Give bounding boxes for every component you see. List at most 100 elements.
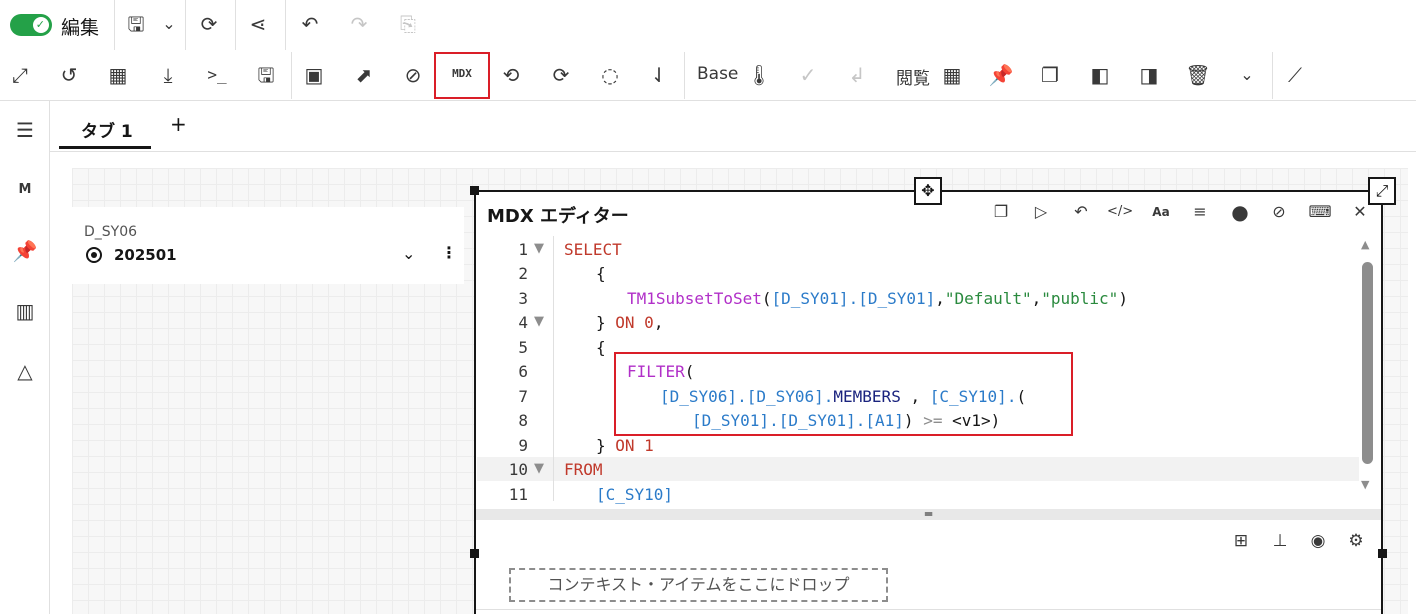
delete-icon[interactable]: 🗑 [1184,63,1212,87]
redo-icon[interactable]: ↷ [345,12,373,36]
line-number: 7 [518,387,528,406]
copy-window-icon[interactable]: ❐ [988,200,1014,224]
mdx-button-label: MDX [452,67,472,80]
code-line[interactable]: } ON 0, [596,313,663,332]
pane-splitter[interactable]: ═ [476,508,1381,520]
code-line[interactable]: } ON 1 [596,436,654,455]
disconnect-icon[interactable]: ⊘ [1266,200,1292,224]
properties-icon[interactable]: ▣ [300,63,328,87]
send-backward-icon[interactable]: ◨ [1135,63,1163,87]
code-icon[interactable]: </> [1107,200,1133,224]
copy-icon[interactable]: ❐ [1036,63,1064,87]
pin-icon[interactable]: 📌 [11,237,39,265]
save-icon[interactable]: 🖫 [122,12,150,36]
scroll-down-icon[interactable]: ▼ [1361,478,1369,491]
chevron-down-icon[interactable]: ⌄ [1233,63,1261,87]
chevron-down-icon[interactable]: ⌄ [402,244,415,263]
code-line[interactable]: { [596,264,606,283]
line-number: 1 [518,240,528,259]
keyboard-icon[interactable]: ⌨ [1307,200,1333,224]
revert-icon[interactable]: ↶ [1068,200,1094,224]
align-icon[interactable]: ⊥ [1268,529,1292,553]
edit-mode-toggle[interactable]: ✓ [10,14,52,36]
toolbar-divider [235,0,236,50]
resize-handle[interactable] [470,186,479,195]
font-case-icon[interactable]: Aa [1148,200,1174,224]
no-calc-icon[interactable]: ⊘ [399,63,427,87]
check-icon: ✓ [35,18,45,31]
selector-value[interactable]: 202501 [114,246,177,264]
filter-highlight-box [614,352,1073,436]
undo-icon[interactable]: ↶ [296,12,324,36]
expand-icon[interactable]: ⤢ [6,63,34,87]
resize-handle[interactable] [1378,549,1387,558]
toolbar-divider [285,0,286,50]
bar-chart-icon[interactable]: ▥ [11,297,39,325]
settings-icon[interactable]: ⚙ [1344,529,1368,553]
check-circle-icon[interactable]: ✓ [794,63,822,87]
refresh-settings-icon[interactable]: ⟳ [547,63,575,87]
fold-toggle-icon[interactable]: ▼ [534,314,544,329]
shapes-icon[interactable]: △ [11,357,39,385]
code-line[interactable]: SELECT [564,240,622,259]
table-icon[interactable]: ▦ [938,63,966,87]
mdx-light-icon[interactable]: M [11,176,39,204]
context-drop-zone[interactable]: コンテキスト・アイテムをここにドロップ [509,568,888,602]
fold-toggle-icon[interactable]: ▼ [534,241,544,256]
focus-icon[interactable]: ◌ [596,63,624,87]
add-tab-button[interactable]: + [170,112,187,136]
pin-icon[interactable]: 📌 [987,63,1015,87]
base-button[interactable]: Base [697,64,738,84]
editor-scrollbar[interactable] [1362,262,1373,464]
scroll-up-icon[interactable]: ▲ [1361,238,1369,251]
reset-icon[interactable]: ↺ [55,63,83,87]
toolbar-divider [185,0,186,50]
line-number: 2 [518,264,528,283]
grid-view-icon[interactable]: ▦ [104,63,132,87]
line-number: 8 [518,411,528,430]
code-line[interactable]: FROM [564,460,603,479]
line-number: 10 [508,460,528,479]
run-icon[interactable]: ▷ [1028,200,1054,224]
code-line[interactable]: { [596,338,606,357]
code-line[interactable]: TM1SubsetToSet([D_SY01].[D_SY01],"Defaul… [627,289,1128,308]
download-icon[interactable]: ⤓ [154,63,182,87]
fold-toggle-icon[interactable]: ▼ [534,461,544,476]
format-icon[interactable]: ≡ [1187,200,1213,224]
sort-icon[interactable]: ⇃ [645,63,673,87]
return-icon[interactable]: ↲ [843,63,871,87]
code-line[interactable]: [C_SY10] [596,485,673,504]
swap-icon[interactable]: ⬈ [350,63,378,87]
active-line-highlight [477,457,1359,481]
close-icon[interactable]: ✕ [1347,200,1373,224]
move-icon[interactable]: ✥ [914,177,942,205]
database-icon[interactable]: ☰ [11,116,39,144]
history-icon[interactable]: ⎘ [394,12,422,36]
line-number: 11 [508,485,528,504]
toolbar-bottom-border [0,100,1416,101]
toolbar-divider [114,0,115,50]
gutter-border [553,236,554,501]
terminal-icon[interactable]: >_ [203,63,231,87]
thermometer-icon[interactable]: 🌡 [745,63,773,87]
editor-footer-border [476,609,1381,610]
save-view-icon[interactable]: 🖫 [252,63,280,87]
refresh-icon[interactable]: ⟳ [195,12,223,36]
selector-dimension-label: D_SY06 [84,224,138,240]
resize-handle[interactable] [470,549,479,558]
overflow-menu-icon[interactable]: ⋮ [441,243,457,262]
browse-button[interactable]: 閲覧 [896,64,930,89]
toolbar-divider [291,52,292,99]
bring-forward-icon[interactable]: ◧ [1086,63,1114,87]
record-icon[interactable]: ● [1227,200,1253,224]
recalculate-icon[interactable]: ⟲ [497,63,525,87]
line-number: 5 [518,338,528,357]
eye-icon[interactable]: ◉ [1306,529,1330,553]
hierarchy-icon[interactable]: ⊞ [1229,529,1253,553]
line-chart-icon[interactable]: ⟋ [1281,63,1309,87]
tab-bar-border [50,151,1416,152]
share-icon[interactable]: ⋖ [244,12,272,36]
mdx-editor-title: MDX エディター [487,206,629,227]
line-number: 6 [518,362,528,381]
chevron-down-icon[interactable]: ⌄ [155,12,183,36]
